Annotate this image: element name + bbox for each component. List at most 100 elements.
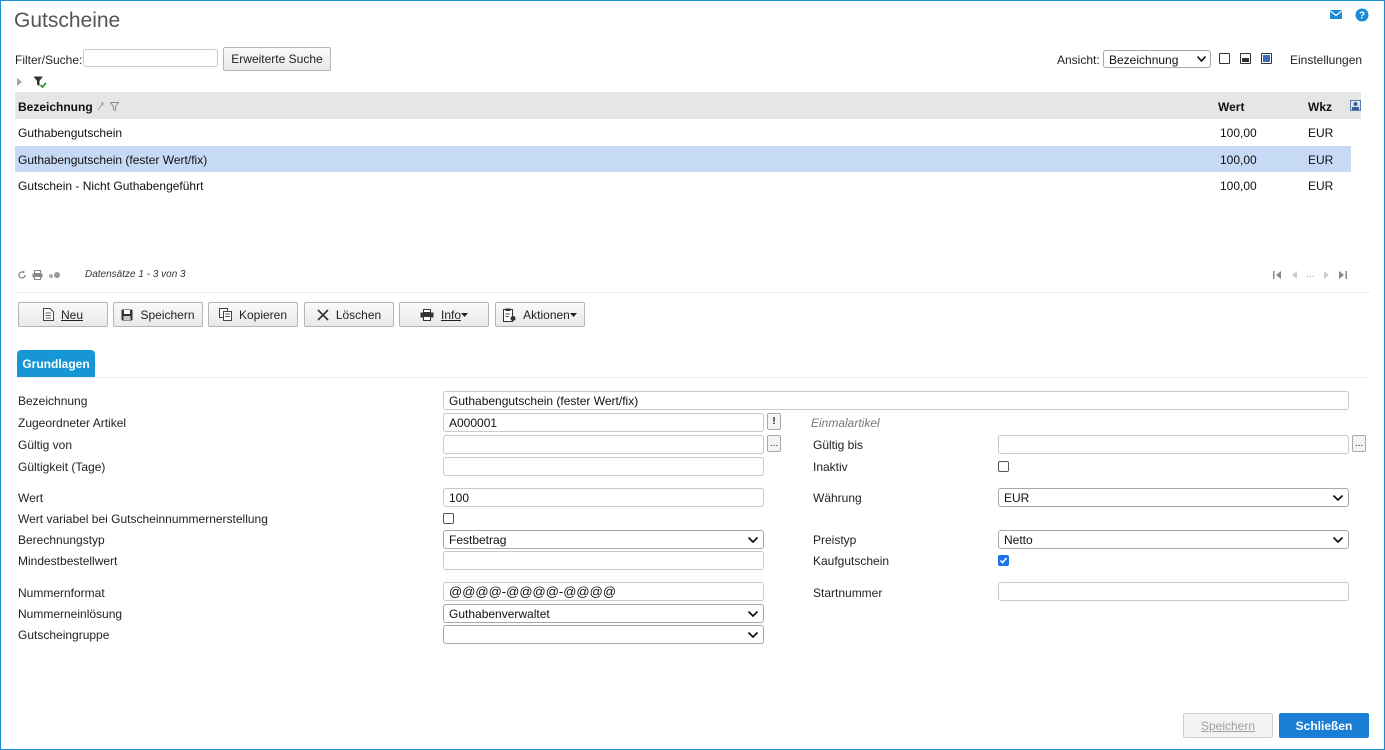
row-currency: EUR [1308, 126, 1334, 140]
variable-value-checkbox[interactable] [443, 513, 454, 524]
redemption-value: Guthabenverwaltet [449, 607, 550, 621]
close-button[interactable]: Schließen [1279, 713, 1369, 738]
purchase-voucher-checkbox[interactable] [998, 555, 1009, 566]
next-page-icon[interactable] [1323, 271, 1329, 279]
refresh-icon[interactable] [17, 270, 27, 280]
copy-icon [218, 308, 232, 321]
mail-icon[interactable] [1329, 8, 1343, 22]
column-header-currency[interactable]: Wkz [1308, 100, 1332, 114]
prev-page-icon[interactable] [1292, 271, 1298, 279]
close-icon [317, 308, 329, 321]
print-icon[interactable] [32, 270, 43, 280]
inactive-checkbox[interactable] [998, 461, 1009, 472]
advanced-search-button[interactable]: Erweiterte Suche [223, 47, 331, 71]
inactive-label: Inaktiv [813, 460, 848, 474]
info-label: Info [441, 308, 461, 322]
currency-select[interactable]: EUR [998, 488, 1349, 507]
valid-from-label: Gültig von [18, 438, 73, 452]
clipboard-gear-icon [503, 308, 516, 322]
info-label-text: Info [440, 307, 461, 322]
delete-label: Löschen [335, 307, 382, 322]
checkmark-icon [999, 557, 1008, 564]
delete-button[interactable]: Löschen [304, 302, 394, 327]
filter-label: Filter/Suche: [15, 53, 83, 67]
start-number-input[interactable] [998, 582, 1349, 601]
min-order-input[interactable] [443, 551, 764, 570]
column-chooser-icon[interactable] [1350, 100, 1361, 111]
row-name: Guthabengutschein [18, 126, 123, 140]
last-page-icon[interactable] [1338, 271, 1347, 279]
article-hint: Einmalartikel [811, 416, 880, 430]
table-row[interactable]: Guthabengutschein 100,00 EUR [15, 119, 1351, 145]
filter-active-icon[interactable] [33, 76, 47, 89]
copy-label: Kopieren [238, 307, 288, 322]
column-header-name[interactable]: Bezeichnung [18, 100, 120, 114]
chevron-down-icon [748, 632, 758, 638]
row-currency: EUR [1308, 153, 1334, 167]
caret-down-icon [461, 312, 468, 317]
calc-type-select[interactable]: Festbetrag [443, 530, 764, 549]
settings-link[interactable]: Einstellungen [1290, 53, 1362, 67]
caret-down-icon [569, 312, 577, 317]
column-filter-icon[interactable] [109, 102, 120, 112]
value-input[interactable]: 100 [443, 488, 764, 507]
pager-ellipsis[interactable]: ... [1306, 269, 1314, 280]
column-header-value[interactable]: Wert [1218, 100, 1244, 114]
valid-from-picker-button[interactable]: ... [767, 435, 781, 452]
group-select[interactable] [443, 625, 764, 644]
expand-arrow-icon[interactable] [16, 77, 24, 87]
valid-from-input[interactable] [443, 435, 764, 454]
svg-text:?: ? [1359, 11, 1365, 22]
valid-to-label: Gültig bis [813, 438, 864, 452]
new-label: Neu [60, 307, 83, 322]
view-compact-icon[interactable] [1219, 53, 1230, 64]
chevron-down-icon [1333, 537, 1343, 543]
price-type-select[interactable]: Netto [998, 530, 1349, 549]
tab-divider [15, 377, 1370, 378]
save-icon [121, 309, 133, 320]
info-button[interactable]: Info [399, 302, 489, 327]
tab-basics[interactable]: Grundlagen [17, 350, 95, 377]
footer-save-button[interactable]: Speichern [1183, 713, 1273, 738]
row-name: Guthabengutschein (fester Wert/fix) [18, 153, 208, 167]
row-value: 100,00 [1220, 153, 1257, 167]
help-icon[interactable]: ? [1355, 8, 1369, 22]
redemption-select[interactable]: Guthabenverwaltet [443, 604, 764, 623]
view-select[interactable]: Bezeichnung [1103, 50, 1211, 68]
records-count: Datensätze 1 - 3 von 3 [85, 269, 186, 280]
save-button[interactable]: Speichern [113, 302, 203, 327]
view-label: Ansicht: [1057, 53, 1100, 67]
price-type-label: Preistyp [813, 533, 857, 547]
valid-to-picker-button[interactable]: ... [1352, 435, 1366, 452]
article-input[interactable]: A000001 [443, 413, 764, 432]
name-input[interactable]: Guthabengutschein (fester Wert/fix) [443, 391, 1349, 410]
group-icon[interactable] [48, 270, 62, 280]
table-row[interactable]: Gutschein - Nicht Guthabengeführt 100,00… [15, 172, 1351, 198]
first-page-icon[interactable] [1273, 271, 1282, 279]
actions-button[interactable]: Aktionen [495, 302, 585, 327]
price-type-value: Netto [1004, 533, 1033, 547]
new-button[interactable]: Neu [18, 302, 108, 327]
currency-value: EUR [1004, 491, 1030, 505]
row-value: 100,00 [1220, 179, 1257, 193]
currency-label: Währung [813, 491, 862, 505]
grid-header: Bezeichnung Wert Wkz [15, 92, 1361, 119]
name-label: Bezeichnung [18, 394, 88, 408]
valid-to-input[interactable] [998, 435, 1349, 454]
row-name: Gutschein - Nicht Guthabengeführt [18, 179, 204, 193]
row-value: 100,00 [1220, 126, 1257, 140]
filter-input[interactable] [83, 49, 218, 67]
start-number-label: Startnummer [813, 586, 883, 600]
actions-label: Aktionen [523, 307, 570, 322]
number-format-input[interactable]: @@@@-@@@@-@@@@ [443, 582, 764, 601]
copy-button[interactable]: Kopieren [208, 302, 298, 327]
sort-icon[interactable] [97, 102, 105, 111]
chevron-down-icon [748, 611, 758, 617]
view-split-icon[interactable] [1240, 53, 1251, 64]
view-form-icon[interactable] [1261, 53, 1272, 64]
page-title: Gutscheine [14, 9, 121, 32]
article-info-button[interactable]: ! [767, 413, 781, 430]
view-select-value: Bezeichnung [1109, 53, 1179, 67]
table-row[interactable]: Guthabengutschein (fester Wert/fix) 100,… [15, 146, 1351, 172]
validity-days-input[interactable] [443, 457, 764, 476]
